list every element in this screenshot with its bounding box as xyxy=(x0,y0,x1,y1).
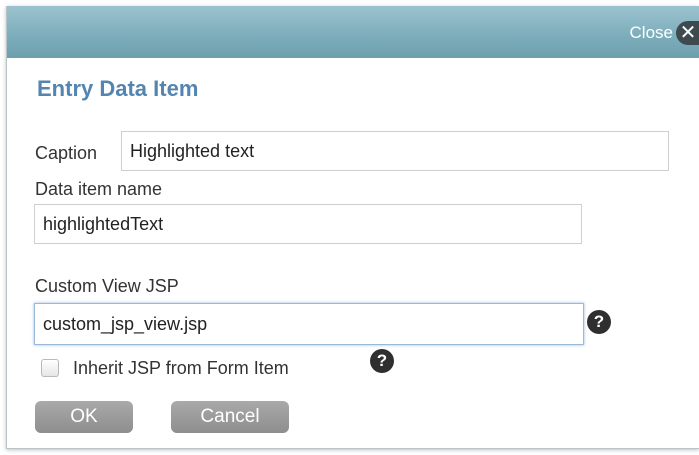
entry-data-item-dialog: Close ✕ Entry Data Item Caption Data ite… xyxy=(6,6,699,449)
close-button[interactable]: Close ✕ xyxy=(630,20,699,46)
cancel-button[interactable]: Cancel xyxy=(171,401,289,433)
help-icon[interactable]: ? xyxy=(587,310,611,334)
caption-label: Caption xyxy=(35,143,98,163)
dialog-titlebar: Close ✕ xyxy=(7,6,699,58)
caption-input[interactable] xyxy=(121,131,669,171)
help-icon[interactable]: ? xyxy=(370,349,394,373)
dialog-title: Entry Data Item xyxy=(37,76,199,101)
close-icon[interactable]: ✕ xyxy=(676,21,699,45)
custom-view-jsp-input[interactable] xyxy=(34,303,584,345)
custom-view-jsp-label: Custom View JSP xyxy=(35,276,179,296)
data-item-name-input[interactable] xyxy=(34,204,582,244)
inherit-jsp-label[interactable]: Inherit JSP from Form Item xyxy=(73,358,289,379)
data-item-name-label: Data item name xyxy=(35,179,163,199)
ok-button[interactable]: OK xyxy=(35,401,133,433)
inherit-jsp-checkbox[interactable] xyxy=(41,359,59,377)
close-label[interactable]: Close xyxy=(630,23,673,43)
